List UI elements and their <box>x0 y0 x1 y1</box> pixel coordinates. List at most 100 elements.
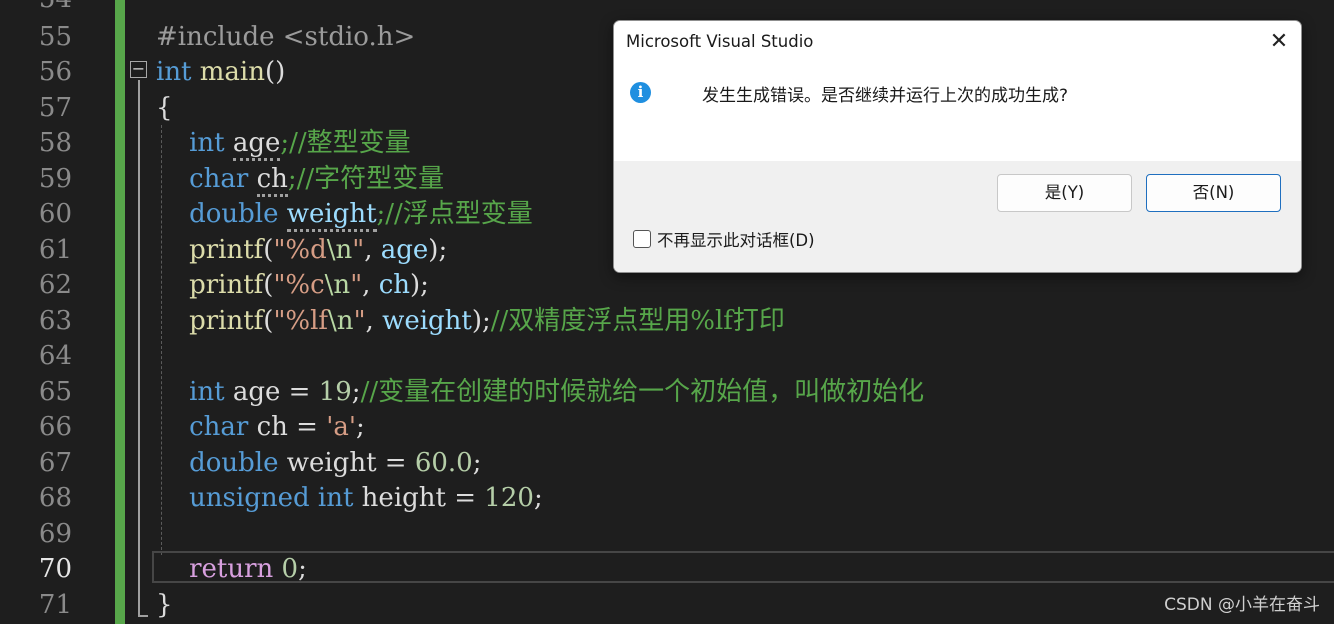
keyword: double <box>189 199 279 229</box>
dont-show-again-checkbox[interactable] <box>633 230 651 248</box>
string-literal: "%lf <box>273 306 329 336</box>
function-name: printf <box>189 235 264 265</box>
escape-sequence: \n <box>324 270 351 300</box>
code-text: ch = <box>248 412 327 442</box>
comment: ;//整型变量 <box>280 128 411 158</box>
dialog-message: 发生生成错误。是否继续并运行上次的成功生成? <box>702 86 1069 106</box>
code-line-56[interactable]: int main() <box>156 55 285 90</box>
collapse-icon[interactable]: − <box>130 61 147 78</box>
line-number: 59 <box>38 164 72 194</box>
code-line-57[interactable]: { <box>156 91 173 126</box>
escape-sequence: \n <box>326 235 353 265</box>
comment: ;//字符型变量 <box>287 164 445 194</box>
variable-name: ch <box>256 164 288 197</box>
line-number: 63 <box>38 306 72 336</box>
punctuation: ); <box>471 306 491 336</box>
string-literal: "%c <box>273 270 325 300</box>
dont-show-again-label[interactable]: 不再显示此对话框(D) <box>657 227 815 251</box>
code-line-59[interactable]: char ch;//字符型变量 <box>156 162 444 197</box>
variable-name: weight <box>382 306 472 336</box>
code-line-55[interactable]: #include <stdio.h> <box>156 20 415 55</box>
variable-name: weight <box>286 199 377 232</box>
number-literal: 60.0 <box>414 448 473 478</box>
fold-guide-line <box>138 80 140 616</box>
comment: ;//浮点型变量 <box>376 199 533 229</box>
function-name: main <box>199 57 265 87</box>
open-brace: { <box>156 93 173 123</box>
yes-button[interactable]: 是(Y) <box>997 174 1132 212</box>
change-tracking-bar <box>115 0 125 624</box>
line-number: 66 <box>38 412 72 442</box>
keyword: int <box>156 57 192 87</box>
keyword: char <box>189 164 249 194</box>
no-button[interactable]: 否(N) <box>1146 174 1281 212</box>
dialog-title: Microsoft Visual Studio <box>626 32 814 51</box>
number-literal: 19 <box>318 377 352 407</box>
line-number: 71 <box>38 590 72 620</box>
code-line-63[interactable]: printf("%lf\n", weight);//双精度浮点型用%lf打印 <box>156 304 785 339</box>
current-line-highlight <box>152 551 1334 583</box>
line-number: 58 <box>38 128 72 158</box>
keyword: int <box>317 483 354 513</box>
punctuation: , <box>365 306 383 336</box>
code-line-66[interactable]: char ch = 'a'; <box>156 410 365 445</box>
variable-name: ch <box>378 270 410 300</box>
line-number: 68 <box>38 483 72 513</box>
code-line-67[interactable]: double weight = 60.0; <box>156 446 481 481</box>
comment: //变量在创建的时候就给一个初始值，叫做初始化 <box>360 377 925 407</box>
line-number: 62 <box>38 270 72 300</box>
punctuation: , <box>362 270 379 300</box>
punctuation: ); <box>410 270 429 300</box>
escape-sequence: \n <box>328 306 354 336</box>
line-number: 56 <box>38 57 72 87</box>
number-literal: 120 <box>484 483 534 513</box>
keyword: double <box>189 448 279 478</box>
punctuation: () <box>265 57 286 87</box>
punctuation: ; <box>533 483 543 513</box>
dialog-titlebar[interactable]: Microsoft Visual Studio ✕ <box>614 21 1301 64</box>
code-line-62[interactable]: printf("%c\n", ch); <box>156 268 429 303</box>
code-line-58[interactable]: int age;//整型变量 <box>156 126 411 161</box>
punctuation: ); <box>428 235 448 265</box>
code-line-65[interactable]: int age = 19;//变量在创建的时候就给一个初始值，叫做初始化 <box>156 375 924 410</box>
preprocessor-directive: #include <stdio.h> <box>156 22 416 52</box>
line-number: 57 <box>38 93 72 123</box>
punctuation: ; <box>351 377 361 407</box>
string-literal: " <box>350 270 363 300</box>
line-number: 65 <box>38 377 72 407</box>
code-line-68[interactable]: unsigned int height = 120; <box>156 481 543 516</box>
string-literal: " <box>353 306 366 336</box>
char-literal: 'a' <box>326 412 356 442</box>
keyword: unsigned <box>189 483 310 513</box>
line-number: 55 <box>38 22 72 52</box>
close-icon[interactable]: ✕ <box>1263 27 1295 57</box>
info-icon: i <box>630 82 651 103</box>
keyword: char <box>189 412 249 442</box>
punctuation: ( <box>263 270 274 300</box>
fold-guide-end <box>138 615 148 617</box>
punctuation: ; <box>356 412 365 442</box>
keyword: int <box>189 128 225 158</box>
code-line-60[interactable]: double weight;//浮点型变量 <box>156 197 533 232</box>
code-line-61[interactable]: printf("%d\n", age); <box>156 233 447 268</box>
dont-show-again-row[interactable]: 不再显示此对话框(D) <box>633 228 815 250</box>
line-number: 69 <box>38 519 72 549</box>
message-dialog: Microsoft Visual Studio ✕ i 发生生成错误。是否继续并… <box>613 20 1302 273</box>
code-line-70[interactable]: return 0; <box>156 552 307 587</box>
function-name: printf <box>189 270 264 300</box>
line-number: 60 <box>38 199 72 229</box>
line-number: 67 <box>38 448 72 478</box>
line-number-current: 70 <box>38 554 72 584</box>
comment: //双精度浮点型用%lf打印 <box>490 306 785 336</box>
code-text: age = <box>224 377 319 407</box>
code-text: height = <box>353 483 485 513</box>
punctuation: ; <box>298 554 307 584</box>
keyword: int <box>189 377 225 407</box>
line-number: 61 <box>38 235 72 265</box>
line-number: 54 <box>0 0 72 17</box>
code-line-71[interactable]: } <box>156 588 173 623</box>
watermark: CSDN @小羊在奋斗 <box>1164 595 1320 615</box>
keyword: return <box>189 554 274 584</box>
number-literal: 0 <box>281 554 299 584</box>
string-literal: " <box>352 235 365 265</box>
